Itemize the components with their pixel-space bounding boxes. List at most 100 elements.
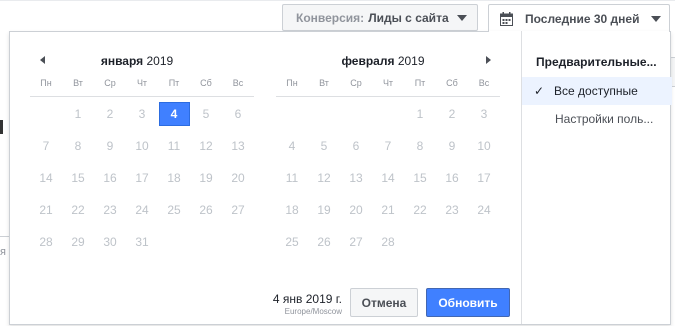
preset-custom-settings[interactable]: Настройки поль... [522,105,672,133]
calendar-day[interactable]: 1 [62,98,94,130]
calendar-day[interactable]: 19 [308,194,340,226]
calendar-day[interactable]: 4 [276,130,308,162]
calendar-day[interactable]: 25 [276,226,308,258]
calendar-day[interactable]: 30 [94,226,126,258]
calendar-day[interactable]: 28 [372,226,404,258]
calendar-day[interactable]: 16 [94,162,126,194]
weekday-label: Вт [319,78,329,88]
calendar-grid: 1 2 3 4 5 6 7 8 9 10 11 12 13 14 15 16 17 18 19 20 21 22 23 24 2… [276,98,500,258]
calendar-day[interactable]: 23 [94,194,126,226]
weekday-label: Сб [200,78,212,88]
calendar-day[interactable]: 14 [30,162,62,194]
calendar-week-row: 21 22 23 24 25 26 27 [30,194,254,226]
calendar-day[interactable]: 15 [62,162,94,194]
calendar-day-selected[interactable]: 4 [158,98,190,130]
date-range-label: Последние 30 дней [525,11,640,26]
calendar-day[interactable]: 26 [308,226,340,258]
calendar-day[interactable]: 9 [436,130,468,162]
calendar-day[interactable]: 24 [126,194,158,226]
calendar-day[interactable]: 17 [126,162,158,194]
weekday-label: Пн [286,78,298,88]
calendar-month-title: января 2019 [100,54,174,68]
conversion-dropdown[interactable]: Конверсия: Лиды с сайта [282,4,478,31]
calendar-week-row: 25 26 27 28 [276,226,500,258]
calendar-day[interactable]: 15 [404,162,436,194]
calendar-day[interactable]: 11 [276,162,308,194]
calendar-empty-cell [276,98,308,130]
calendar-day[interactable]: 5 [308,130,340,162]
weekday-label: Вс [478,78,490,88]
calendar-day[interactable]: 7 [372,130,404,162]
cancel-button[interactable]: Отмена [350,288,418,317]
conversion-label: Конверсия: [296,10,365,25]
conversion-value: Лиды с сайта [368,10,449,25]
calendar-grid: 1 2 3 4 5 6 7 8 9 10 11 12 13 14 15 16 17 18 19 20 21 22 23 24 2… [30,98,254,258]
calendar-day[interactable]: 12 [190,130,222,162]
calendar-day[interactable]: 22 [62,194,94,226]
calendar-day[interactable]: 7 [30,130,62,162]
calendar-day[interactable]: 23 [436,194,468,226]
preset-label: Все доступные [554,84,638,98]
calendar-day[interactable]: 20 [222,162,254,194]
calendar-week-row: 14 15 16 17 18 19 20 [30,162,254,194]
next-month-icon[interactable] [486,56,491,64]
calendar-icon [500,11,513,26]
calendar-day[interactable]: 31 [126,226,158,258]
calendar-day[interactable]: 27 [222,194,254,226]
calendar-day[interactable]: 14 [372,162,404,194]
calendar-day[interactable]: 21 [372,194,404,226]
calendar-day[interactable]: 10 [468,130,500,162]
calendar-day[interactable]: 10 [126,130,158,162]
calendar-day[interactable]: 11 [158,130,190,162]
calendar-day[interactable]: 6 [340,130,372,162]
preset-label: Настройки поль... [555,112,654,126]
panel-border [669,31,671,32]
preset-all-available[interactable]: ✓ Все доступные [522,77,672,105]
calendar-day[interactable]: 22 [404,194,436,226]
chevron-down-icon [651,15,662,22]
panel-border [9,31,489,32]
calendar-day[interactable]: 18 [276,194,308,226]
calendar-day[interactable]: 27 [340,226,372,258]
calendar-day[interactable]: 20 [340,194,372,226]
calendar-day[interactable]: 6 [222,98,254,130]
calendar-day[interactable]: 28 [30,226,62,258]
calendar-day[interactable]: 1 [404,98,436,130]
calendar-empty-cell [340,98,372,130]
checkmark-icon: ✓ [534,84,545,98]
calendar-day[interactable]: 5 [190,98,222,130]
calendar-month-title: февраля 2019 [341,54,425,68]
calendar-empty-cell [436,226,468,258]
calendar-day[interactable]: 8 [62,130,94,162]
calendar-day[interactable]: 16 [436,162,468,194]
calendar-day[interactable]: 8 [404,130,436,162]
calendar-day[interactable]: 3 [126,98,158,130]
calendar-day[interactable]: 2 [436,98,468,130]
calendar-day[interactable]: 13 [340,162,372,194]
calendar-day[interactable]: 3 [468,98,500,130]
calendar-day[interactable]: 18 [158,162,190,194]
chevron-down-icon [456,14,467,21]
calendar-day[interactable]: 19 [190,162,222,194]
background-divider [0,236,9,237]
calendar-day[interactable]: 29 [62,226,94,258]
update-button[interactable]: Обновить [426,288,510,317]
calendar-day[interactable]: 9 [94,130,126,162]
weekday-label: Чт [382,78,394,88]
calendar-day[interactable]: 12 [308,162,340,194]
date-range-dropdown[interactable]: Последние 30 дней [488,4,670,33]
weekday-header: Пн Вт Ср Чт Пт Сб Вс [276,78,500,97]
calendar-day[interactable]: 24 [468,194,500,226]
background-fragment [0,120,3,134]
weekday-label: Ср [104,78,116,88]
calendar-week-row: 4 5 6 7 8 9 10 [276,130,500,162]
calendar-day[interactable]: 17 [468,162,500,194]
calendar-day[interactable]: 13 [222,130,254,162]
calendar-day[interactable]: 2 [94,98,126,130]
calendar-day[interactable]: 26 [190,194,222,226]
calendar-day[interactable]: 25 [158,194,190,226]
calendar-empty-cell [404,226,436,258]
calendar-day[interactable]: 21 [30,194,62,226]
selected-date-summary: 4 янв 2019 г. Europe/Moscow [272,292,342,316]
calendar-week-row: 123456 [30,98,254,130]
